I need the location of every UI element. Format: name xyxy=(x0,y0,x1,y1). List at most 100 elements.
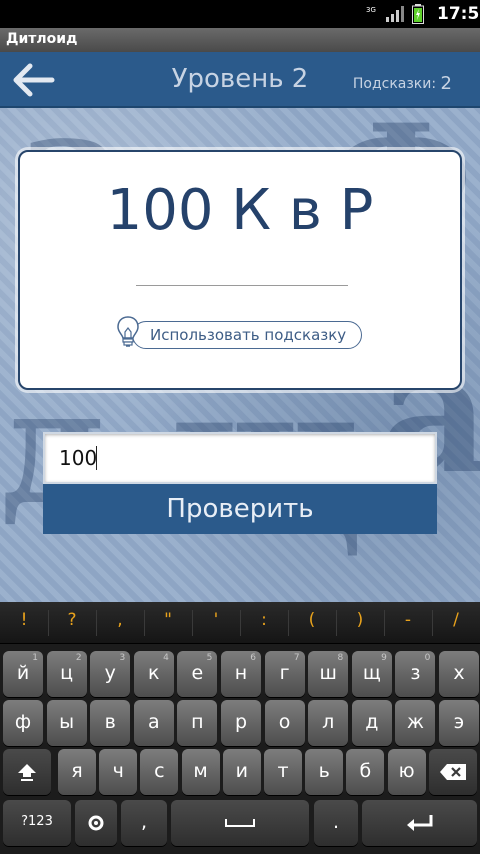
key-м[interactable]: м xyxy=(181,749,220,795)
symbol-key[interactable]: : xyxy=(244,610,284,630)
space-key[interactable] xyxy=(171,800,309,846)
symbol-key[interactable]: ! xyxy=(4,610,44,630)
symbol-key[interactable]: , xyxy=(100,610,140,630)
battery-icon xyxy=(412,4,424,24)
symbol-separator xyxy=(96,610,97,636)
key-т-label: т xyxy=(277,760,289,782)
key-п-label: п xyxy=(191,711,204,733)
key-а[interactable]: а xyxy=(133,700,174,746)
symbol-separator xyxy=(432,610,433,636)
hints-label: Подсказки: xyxy=(352,76,437,92)
key-р-label: р xyxy=(234,711,248,733)
key-sub-label: 2 xyxy=(75,653,82,663)
key-х[interactable]: х xyxy=(439,651,479,697)
key-э-label: э xyxy=(453,711,465,733)
key-ж-label: ж xyxy=(406,711,424,733)
symbol-row: !?, " ': () - / xyxy=(0,602,480,644)
key-sub-label: 0 xyxy=(424,653,431,663)
keyboard: !?, " ': () - / й1ц2у3к4е5н6г7ш8щ9з0 х ф ы в а п р о л… xyxy=(0,602,480,854)
symbol-separator xyxy=(288,610,289,636)
settings-key[interactable] xyxy=(75,800,117,846)
key-с[interactable]: с xyxy=(140,749,179,795)
symbol-key[interactable]: " xyxy=(148,610,188,630)
space-icon xyxy=(225,819,255,827)
symbol-key[interactable]: ' xyxy=(196,610,236,630)
key-г[interactable]: г7 xyxy=(264,651,305,697)
key-sub-label: 5 xyxy=(206,653,213,663)
key-и-label: и xyxy=(235,760,248,782)
key-у[interactable]: у3 xyxy=(90,651,131,697)
backspace-key[interactable] xyxy=(429,749,477,795)
backspace-icon xyxy=(440,764,466,780)
enter-key[interactable] xyxy=(362,800,477,846)
enter-icon xyxy=(406,815,432,831)
comma-key-label: , xyxy=(140,811,148,833)
key-щ[interactable]: щ9 xyxy=(351,651,392,697)
key-ь-label: ь xyxy=(318,760,330,782)
key-с-label: с xyxy=(154,760,165,782)
key-sub-label: 6 xyxy=(250,653,256,663)
symbol-separator xyxy=(336,610,337,636)
puzzle-text: 100 К в Р xyxy=(106,178,374,243)
key-н[interactable]: н6 xyxy=(221,651,261,697)
comma-key[interactable]: , xyxy=(121,800,167,846)
check-button[interactable]: Проверить xyxy=(43,484,437,534)
key-ы-label: ы xyxy=(59,711,75,733)
key-л[interactable]: л xyxy=(308,700,349,746)
hints-counter: Подсказки: 2 xyxy=(352,72,452,94)
puzzle-card: 100 К в Р Использовать подсказку xyxy=(18,150,462,390)
key-э[interactable]: э xyxy=(439,700,479,746)
mode-switch-key[interactable]: ?123 xyxy=(3,800,71,846)
key-ь[interactable]: ь xyxy=(305,749,344,795)
key-ю-label: ю xyxy=(398,760,415,782)
key-й[interactable]: й1 xyxy=(3,651,43,697)
symbol-key[interactable]: ) xyxy=(340,610,380,630)
answer-input[interactable] xyxy=(43,432,437,484)
key-ы[interactable]: ы xyxy=(46,700,87,746)
key-п[interactable]: п xyxy=(177,700,218,746)
shift-key[interactable] xyxy=(3,749,51,795)
text-caret xyxy=(96,446,97,470)
key-б[interactable]: б xyxy=(346,749,385,795)
key-б-label: б xyxy=(359,760,372,782)
use-hint-label: Использовать подсказку xyxy=(150,326,347,344)
key-р[interactable]: р xyxy=(221,700,261,746)
use-hint-button[interactable]: Использовать подсказку xyxy=(116,314,366,352)
key-ж[interactable]: ж xyxy=(395,700,436,746)
symbol-key[interactable]: - xyxy=(388,610,428,630)
key-ф-label: ф xyxy=(14,711,32,733)
key-е[interactable]: е5 xyxy=(177,651,218,697)
key-д[interactable]: д xyxy=(351,700,392,746)
key-т[interactable]: т xyxy=(264,749,302,795)
key-ш[interactable]: ш8 xyxy=(308,651,349,697)
symbol-separator xyxy=(48,610,49,636)
key-ф[interactable]: ф xyxy=(3,700,43,746)
key-ю[interactable]: ю xyxy=(387,749,426,795)
key-sub-label: 7 xyxy=(293,653,300,663)
key-з[interactable]: з0 xyxy=(395,651,436,697)
symbol-separator xyxy=(240,610,241,636)
mode-switch-key-label: ?123 xyxy=(21,814,53,829)
clock: 17:56 xyxy=(437,4,480,24)
divider xyxy=(136,285,348,286)
key-sub-label: 1 xyxy=(32,653,38,663)
symbol-key[interactable]: ( xyxy=(292,610,332,630)
period-key[interactable]: . xyxy=(314,800,358,846)
key-о-label: о xyxy=(278,711,291,733)
key-ч[interactable]: ч xyxy=(99,749,138,795)
key-л-label: л xyxy=(322,711,335,733)
key-и[interactable]: и xyxy=(222,749,261,795)
key-в[interactable]: в xyxy=(90,700,131,746)
symbol-separator xyxy=(384,610,385,636)
period-key-label: . xyxy=(332,811,340,833)
key-я[interactable]: я xyxy=(58,749,96,795)
symbol-key[interactable]: / xyxy=(436,610,476,630)
key-sub-label: 4 xyxy=(163,653,169,663)
key-ц[interactable]: ц2 xyxy=(46,651,87,697)
key-а-label: а xyxy=(147,711,160,733)
symbol-key[interactable]: ? xyxy=(52,610,92,630)
key-к[interactable]: к4 xyxy=(133,651,174,697)
key-о[interactable]: о xyxy=(264,700,305,746)
key-в-label: в xyxy=(104,711,116,733)
key-м-label: м xyxy=(193,760,208,782)
